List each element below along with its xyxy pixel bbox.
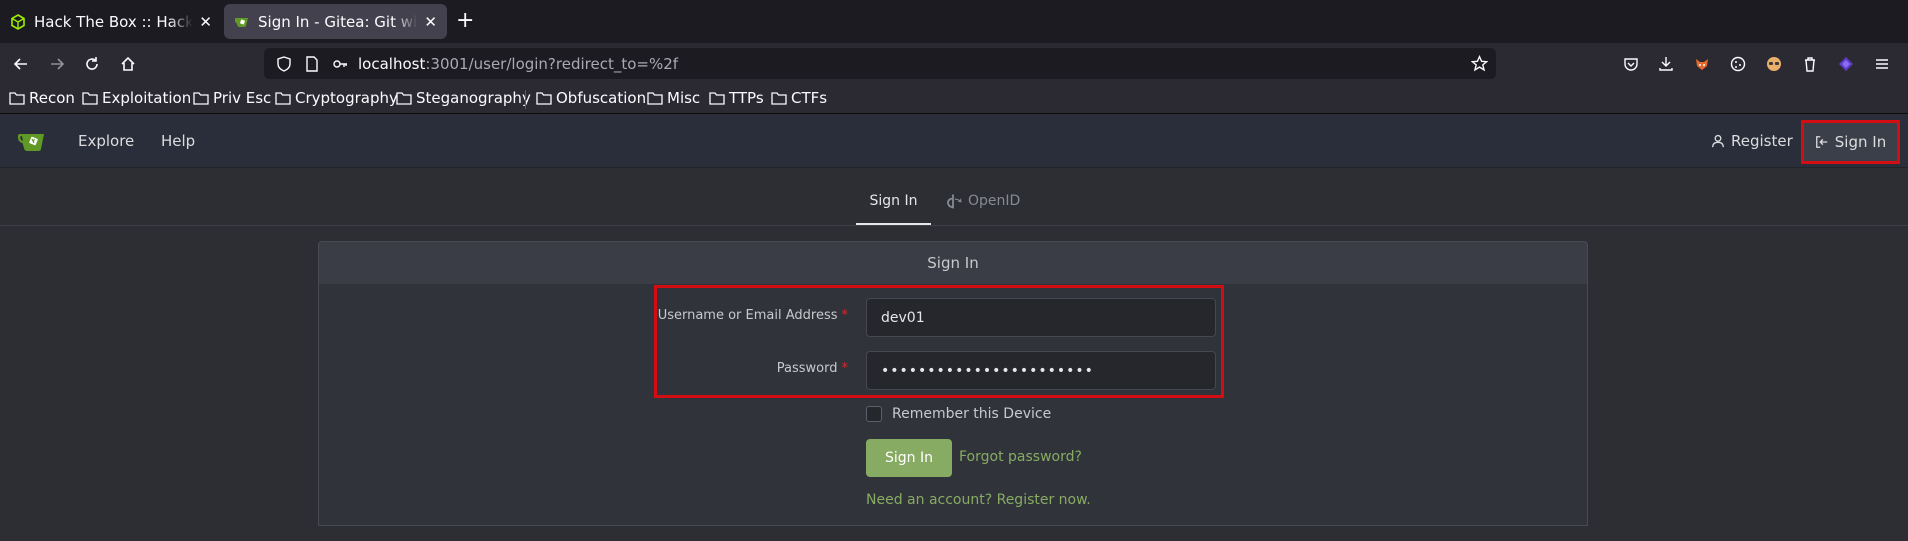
folder-icon (9, 92, 25, 105)
bookmark-label: Priv Esc (213, 89, 272, 107)
reload-icon[interactable] (79, 51, 105, 77)
openid-icon (947, 194, 962, 209)
folder-icon (709, 92, 725, 105)
back-icon[interactable] (8, 51, 34, 77)
sign-in-label: Sign In (1834, 133, 1887, 151)
wappalyzer-icon[interactable] (1836, 54, 1856, 74)
checkbox-box[interactable] (866, 406, 882, 422)
bookmark-folder-ttps[interactable]: TTPs (709, 89, 764, 107)
folder-icon (82, 92, 98, 105)
downloads-icon[interactable] (1656, 54, 1676, 74)
bookmark-label: Misc (667, 89, 701, 107)
hackthebox-icon (11, 13, 25, 30)
url-host: localhost (358, 54, 426, 73)
register-now-link[interactable]: Need an account? Register now. (866, 492, 1091, 508)
menu-icon[interactable] (1872, 54, 1892, 74)
bookmark-folder-exploitation[interactable]: Exploitation (82, 89, 191, 107)
bookmark-separator (525, 90, 526, 109)
bookmark-label: Recon (29, 89, 75, 107)
bookmark-folder-steganography[interactable]: Steganography (396, 89, 531, 107)
browser-tab-bar: Hack The Box :: Hack The Box ✕ Sign In -… (0, 0, 1908, 43)
bookmark-folder-ctfs[interactable]: CTFs (771, 89, 827, 107)
forward-icon[interactable] (44, 51, 70, 77)
close-tab-icon[interactable]: ✕ (193, 13, 212, 31)
bookmark-label: Obfuscation (556, 89, 647, 107)
browser-tab-gitea[interactable]: Sign In - Gitea: Git with a cup of tea ✕ (224, 4, 447, 39)
user-agent-switcher-icon[interactable] (1764, 54, 1784, 74)
cookie-icon[interactable] (1728, 54, 1748, 74)
tab-sign-in[interactable]: Sign In (856, 193, 931, 225)
shield-icon[interactable] (276, 55, 292, 72)
bookmark-label: CTFs (791, 89, 828, 107)
nav-explore-link[interactable]: Explore (78, 132, 134, 150)
folder-icon (396, 92, 412, 105)
bookmark-folder-priv-esc[interactable]: Priv Esc (193, 89, 271, 107)
bookmark-star-icon[interactable] (1471, 55, 1488, 72)
folder-icon (193, 92, 209, 105)
person-icon (1712, 134, 1724, 148)
nav-sign-in-button[interactable]: Sign In (1801, 120, 1900, 164)
bookmark-folder-obfuscation[interactable]: Obfuscation (536, 89, 646, 107)
browser-toolbar: localhost:3001/user/login?redirect_to=%2… (0, 43, 1908, 84)
tab-title: Hack The Box :: Hack The Box (34, 12, 194, 31)
register-label: Register (1731, 132, 1793, 150)
nav-register-link[interactable]: Register (1711, 132, 1793, 150)
home-icon[interactable] (115, 51, 141, 77)
openid-label: OpenID (968, 193, 1021, 209)
credentials-highlight-box (654, 285, 1224, 398)
url-path: :3001/user/login?redirect_to=%2f (425, 54, 679, 73)
bookmark-label: TTPs (729, 89, 764, 107)
forgot-password-link[interactable]: Forgot password? (959, 449, 1082, 465)
new-tab-button[interactable]: + (456, 8, 474, 34)
url-text: localhost:3001/user/login?redirect_to=%2… (348, 55, 678, 73)
remember-device-checkbox[interactable]: Remember this Device (866, 406, 1051, 422)
tab-title: Sign In - Gitea: Git with a cup of tea (258, 12, 418, 31)
gitea-navbar: Explore Help Register Sign In (0, 115, 1908, 168)
nav-help-link[interactable]: Help (161, 132, 195, 150)
foxyproxy-icon[interactable] (1692, 54, 1712, 74)
bookmark-folder-cryptography[interactable]: Cryptography (275, 89, 398, 107)
bookmark-label: Steganography (416, 89, 531, 107)
trash-icon[interactable] (1800, 54, 1820, 74)
sign-in-icon (1815, 136, 1828, 148)
tab-openid[interactable]: OpenID (946, 193, 1020, 209)
page-icon[interactable] (304, 55, 320, 72)
folder-icon (536, 92, 552, 105)
folder-icon (275, 92, 291, 105)
auth-tabs: Sign In OpenID (0, 169, 1908, 226)
folder-icon (771, 92, 787, 105)
bookmarks-toolbar: Recon Exploitation Priv Esc Cryptography… (0, 84, 1908, 114)
remember-label: Remember this Device (892, 406, 1052, 422)
key-icon[interactable] (332, 56, 348, 72)
gitea-logo-icon[interactable] (17, 128, 47, 154)
pocket-icon[interactable] (1621, 54, 1641, 74)
bookmark-folder-misc[interactable]: Misc (647, 89, 700, 107)
folder-icon (647, 92, 663, 105)
browser-tab-htb[interactable]: Hack The Box :: Hack The Box ✕ (0, 4, 222, 39)
close-tab-icon[interactable]: ✕ (418, 13, 437, 31)
url-bar[interactable]: localhost:3001/user/login?redirect_to=%2… (264, 48, 1496, 79)
sign-in-submit-button[interactable]: Sign In (866, 439, 952, 477)
sign-in-card-header: Sign In (318, 241, 1588, 285)
bookmark-label: Exploitation (102, 89, 192, 107)
bookmark-folder-recon[interactable]: Recon (9, 89, 75, 107)
bookmark-label: Cryptography (295, 89, 398, 107)
gitea-icon (234, 17, 248, 27)
